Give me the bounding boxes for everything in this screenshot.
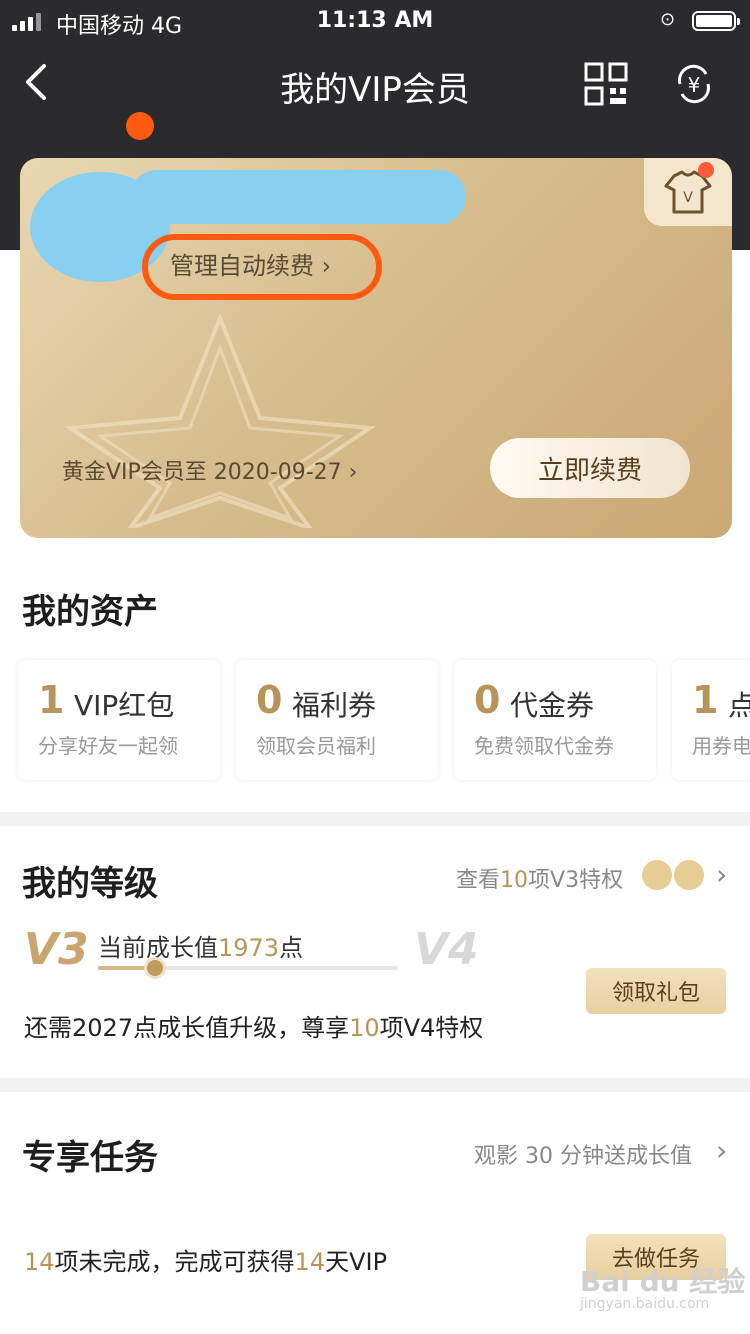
asset-label: 福利券: [292, 689, 377, 722]
watermark-url: jingyan.baidu.com: [580, 1296, 710, 1312]
view-privileges-link[interactable]: 查看10项V3特权: [456, 862, 623, 894]
rotation-lock-icon: ⊙: [660, 9, 676, 30]
asset-card[interactable]: 0 代金券 免费领取代金券: [454, 660, 656, 780]
hint-text: 项V4特权: [379, 1014, 484, 1042]
nav-bar: 我的VIP会员 ¥: [0, 50, 750, 140]
asset-count: 1: [692, 678, 719, 722]
link-text: 查看: [456, 868, 501, 893]
clock: 11:13 AM: [316, 8, 434, 33]
vip-card: 管理自动续费 › V 黄金VIP会员至 2020-09-27 › 立即续费: [20, 158, 732, 538]
link-text: 项V3特权: [528, 868, 624, 893]
asset-card[interactable]: 1 VIP红包 分享好友一起领: [18, 660, 220, 780]
badge-dot: [698, 162, 714, 178]
upgrade-hint: 还需2027点成长值升级，尊享10项V4特权: [24, 1008, 483, 1043]
pending-count: 14: [24, 1248, 55, 1276]
asset-label: 代金券: [510, 689, 595, 722]
redacted-username: [130, 170, 466, 224]
svg-text:V: V: [683, 190, 693, 206]
qr-code-icon[interactable]: [584, 62, 628, 106]
asset-card[interactable]: 1 点 用券电: [672, 660, 750, 780]
watch-task-link[interactable]: 观影 30 分钟送成长值: [474, 1138, 692, 1170]
star-decoration: [64, 312, 376, 528]
notification-dot: [126, 112, 154, 140]
svg-text:¥: ¥: [688, 73, 701, 97]
chevron-right-icon[interactable]: ›: [716, 1134, 727, 1167]
asset-sub: 分享好友一起领: [38, 734, 178, 758]
growth-value-label: 当前成长值1973点: [98, 928, 303, 963]
section-title-level: 我的等级: [22, 864, 158, 904]
level-progress-knob: [147, 960, 163, 976]
page-title: 我的VIP会员: [280, 70, 470, 110]
dress-up-button[interactable]: V: [644, 158, 732, 226]
tshirt-icon: V: [664, 170, 712, 214]
current-level-badge: V3: [24, 924, 89, 975]
hint-count: 10: [349, 1014, 380, 1042]
hint-text: 还需2027点成长值升级，尊享: [24, 1014, 350, 1042]
renew-now-button[interactable]: 立即续费: [490, 438, 690, 498]
section-divider: [0, 1078, 750, 1092]
asset-label: 点: [728, 689, 750, 722]
section-title-tasks: 专享任务: [22, 1138, 158, 1178]
highlight-annotation: [142, 234, 382, 300]
summary-text: 项未完成，完成可获得: [54, 1248, 295, 1276]
link-count: 10: [500, 868, 529, 893]
section-title-assets: 我的资产: [22, 592, 158, 632]
crown-badge-icon: [642, 860, 672, 890]
growth-text: 点: [279, 934, 304, 962]
asset-sub: 用券电: [692, 734, 750, 758]
asset-label: VIP红包: [74, 689, 175, 722]
reward-days: 14: [294, 1248, 326, 1276]
chevron-right-icon[interactable]: ›: [716, 858, 727, 891]
asset-count: 0: [474, 678, 501, 722]
asset-count: 1: [38, 678, 65, 722]
tasks-summary: 14项未完成，完成可获得14天VIP: [24, 1242, 387, 1277]
vip-expiry-link[interactable]: 黄金VIP会员至 2020-09-27 ›: [62, 454, 357, 486]
battery-icon: [692, 11, 740, 31]
asset-sub: 领取会员福利: [256, 734, 376, 758]
summary-text: 天VIP: [325, 1248, 388, 1276]
asset-card[interactable]: 0 福利券 领取会员福利: [236, 660, 438, 780]
claim-gift-button[interactable]: 领取礼包: [586, 968, 726, 1014]
assets-row: 1 VIP红包 分享好友一起领 0 福利券 领取会员福利 0 代金券 免费领取代…: [0, 660, 750, 782]
watermark-logo: Bai du 经验: [580, 1265, 746, 1298]
status-bar: 中国移动 4G 11:13 AM ⊙: [0, 0, 750, 42]
next-level-badge: V4: [414, 924, 479, 975]
growth-value: 1973: [218, 934, 280, 962]
asset-count: 0: [256, 678, 283, 722]
growth-text: 当前成长值: [98, 934, 218, 962]
section-divider: [0, 812, 750, 826]
asset-sub: 免费领取代金券: [474, 734, 614, 758]
fun-badge-icon: [674, 860, 704, 890]
currency-exchange-icon[interactable]: ¥: [672, 62, 716, 106]
